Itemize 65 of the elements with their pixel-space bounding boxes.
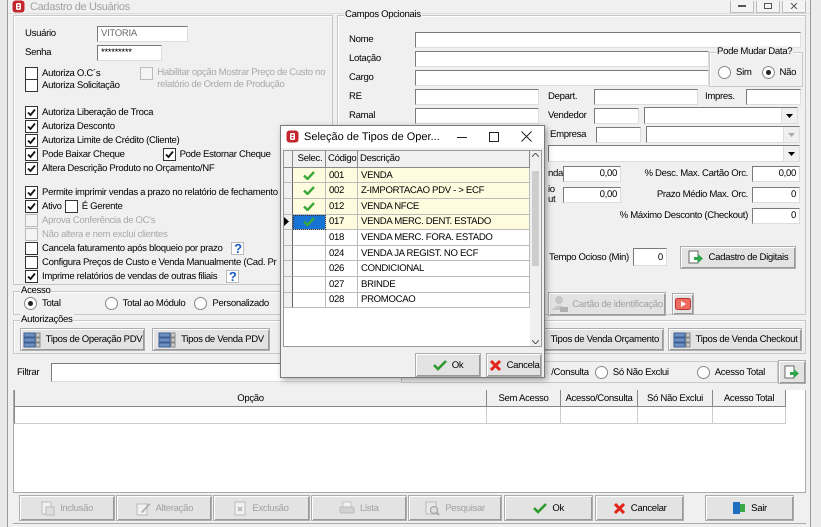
field-label: nda [548,168,563,178]
group-label: Campos Opcionais [344,9,422,21]
checkbox-label: Pode Estornar Cheque [180,148,271,160]
field-label: Ramal [349,110,376,121]
checkbox-label: Autoriza Liberação de Troca [42,106,154,118]
checkbox-label: Permite imprimir vendas a prazo no relatório de fechamento [42,186,278,198]
checkbox-label: Configura Preços de Custo e Venda Manualmente (Cad. Pr [42,256,276,268]
window-title: Cadastro de Usuários [30,0,130,12]
radio-label: Acesso Total [714,366,765,378]
table-cell: BRINDE [358,276,530,293]
radio-label: Sim [736,67,752,78]
checkbox-label: Aprova Conferência de OC's [42,214,156,226]
checkbox-label: Altera Descrição Produto no Orçamento/NF [42,162,214,174]
checkbox-label: Autoriza Solicitação [42,80,120,90]
table-cell: VENDA NFCE [358,198,530,215]
checkbox-label: Autoriza Desconto [42,120,115,132]
table-cell: CONDICIONAL [358,261,530,277]
field-label: % Desc. Max. Cartão Orc. [644,168,749,179]
field-label: Prazo Médio Max. Orc. [656,189,749,200]
table-cell: VENDA MERC. DENT. ESTADO [358,214,530,230]
field-label: Impres. [705,91,736,102]
field-label: Empresa [550,129,588,140]
field-label: % Máximo Desconto (Checkout) [618,210,749,221]
radio-label: Total ao Módulo [122,298,186,309]
radio-label: Não [780,67,796,78]
group-label: Autorizações [20,314,74,326]
radio-label: Só Não Exclui [612,366,669,378]
table-cell: VENDA MERC. FORA. ESTADO [358,230,530,246]
table-cell: 001 [326,168,358,184]
field-label: Lotação [349,53,382,64]
checkbox-label: Habilitar opção Mostrar Preço de Custo no relatório de Ordem de Produção [157,67,326,91]
checkbox-label: Ativo [42,200,62,212]
checkbox-label: Autoriza Limite de Crédito (Cliente) [42,134,180,146]
checkbox-label: Autoriza O.C´s [42,68,100,78]
radio-label: Total [42,298,61,309]
field-label: Cargo [349,72,374,83]
table-cell: PROMOCAO [358,292,530,308]
field-label: Vendedor [548,110,588,121]
field-label: Senha [25,47,52,58]
table-cell: VENDA JA REGIST. NO ECF [358,246,530,262]
field-label: Nome [349,34,374,45]
field-label: Tempo Ocioso (Min) [549,252,629,262]
table-cell: 024 [326,246,358,262]
radio-label: Personalizado [212,298,269,309]
table-cell: 027 [326,276,358,293]
checkbox-label: Pode Baixar Cheque [42,148,125,160]
field-label: io ut [548,184,557,204]
field-label: Usuário [25,28,57,39]
table-cell: 002 [326,183,358,199]
checkbox-label: Cancela faturamento após bloqueio por prazo [42,242,222,254]
table-cell: 012 [326,198,358,215]
table-cell: 018 [326,230,358,246]
checkbox-label: Não altera e nem exclui clientes [42,228,168,240]
table-cell: Z-IMPORTACAO PDV - > ECF [358,183,530,199]
table-cell: VENDA [358,168,530,184]
field-label: Filtrar [16,366,40,378]
table-cell: 017 [326,214,358,230]
checkbox-label: É Gerente [82,200,122,212]
radio-label: /Consulta [551,366,589,378]
checkbox-label: Imprime relatórios de vendas de outras filiais [42,270,218,282]
table-cell: 026 [326,261,358,277]
field-label: RE [349,91,363,102]
table-cell: 028 [326,292,358,308]
dialog-title: Seleção de Tipos de Oper... [304,130,440,143]
field-label: Depart. [548,91,578,102]
